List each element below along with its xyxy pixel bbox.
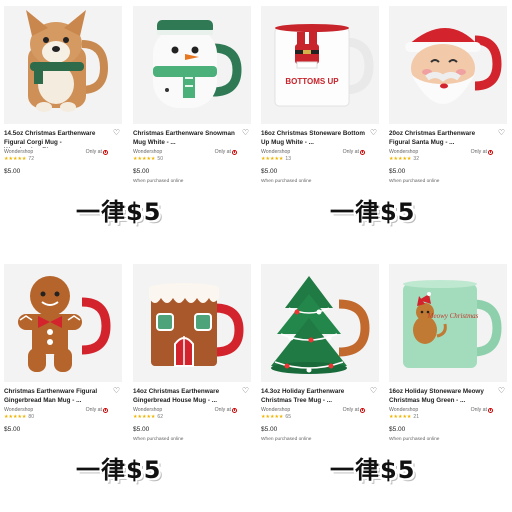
product-card[interactable]: BOTTOMS UP 16oz Christmas Stoneware Bott… [261,6,379,185]
heart-outline-icon[interactable]: ♡ [113,129,120,137]
product-card[interactable]: 20oz Christmas Earthenware Figural Santa… [389,6,507,185]
review-count: 32 [413,156,419,162]
availability: Only at [343,407,365,413]
product-image-gingerbread-man-mug[interactable] [4,264,122,382]
review-count: 80 [28,414,34,420]
product-brand[interactable]: Wondershop [4,149,33,155]
product-card[interactable]: 14.5oz Christmas Earthenware Figural Cor… [4,6,122,179]
availability: Only at [471,407,493,413]
product-image-santa-mug[interactable] [389,6,507,124]
product-title[interactable]: 16oz Christmas Stoneware Bottom Up Mug W… [261,130,365,148]
review-count: 21 [413,414,419,420]
rating: ★★★★★ 62 [133,414,163,420]
rating: ★★★★★ 72 [4,156,34,162]
heart-outline-icon[interactable]: ♡ [370,387,377,395]
product-title[interactable]: 20oz Christmas Earthenware Figural Santa… [389,130,493,148]
promo-banner-price: 一律$5 [76,198,162,226]
rating: ★★★★★ 13 [261,156,291,162]
product-title[interactable]: 14.5oz Christmas Earthenware Figural Cor… [4,130,108,148]
price-note: When purchased online [389,437,440,442]
heart-outline-icon[interactable]: ♡ [498,387,505,395]
target-bullseye-icon [232,149,237,155]
heart-outline-icon[interactable]: ♡ [242,129,249,137]
product-card[interactable]: Meowy Christmas 16oz Holiday Stoneware M… [389,264,507,443]
price-note: When purchased online [261,179,312,184]
target-bullseye-icon [232,407,237,413]
product-price: $5.00 [133,426,150,433]
price-note: When purchased online [133,437,184,442]
rating: ★★★★★ 65 [261,414,291,420]
product-card[interactable]: 14.3oz Holiday Earthenware Christmas Tre… [261,264,379,443]
availability: Only at [86,149,108,155]
price-note: When purchased online [389,179,440,184]
rating: ★★★★★ 50 [133,156,163,162]
product-title[interactable]: Christmas Earthenware Snowman Mug White … [133,130,237,148]
promo-banner-price: 一律$5 [330,198,416,226]
product-title[interactable]: 14.3oz Holiday Earthenware Christmas Tre… [261,388,365,406]
availability: Only at [215,149,237,155]
target-bullseye-icon [488,407,493,413]
product-price: $5.00 [133,168,150,175]
product-brand[interactable]: Wondershop [389,407,418,413]
rating: ★★★★★ 32 [389,156,419,162]
product-title[interactable]: 14oz Christmas Earthenware Gingerbread H… [133,388,237,406]
target-bullseye-icon [360,149,365,155]
product-brand[interactable]: Wondershop [261,407,290,413]
product-price: $5.00 [4,168,21,175]
product-price: $5.00 [261,426,278,433]
availability: Only at [86,407,108,413]
availability: Only at [471,149,493,155]
target-bullseye-icon [103,407,108,413]
review-count: 65 [285,414,291,420]
review-count: 72 [28,156,34,162]
price-note: When purchased online [133,179,184,184]
target-bullseye-icon [360,407,365,413]
review-count: 13 [285,156,291,162]
availability: Only at [343,149,365,155]
product-price: $5.00 [261,168,278,175]
review-count: 50 [157,156,163,162]
product-image-meowy-christmas-mug[interactable]: Meowy Christmas [389,264,507,382]
product-card[interactable]: Christmas Earthenware Snowman Mug White … [133,6,251,185]
product-brand[interactable]: Wondershop [389,149,418,155]
heart-outline-icon[interactable]: ♡ [498,129,505,137]
product-price: $5.00 [4,426,21,433]
product-image-gingerbread-house-mug[interactable] [133,264,251,382]
target-bullseye-icon [103,149,108,155]
availability: Only at [215,407,237,413]
product-image-christmas-tree-mug[interactable] [261,264,379,382]
rating: ★★★★★ 21 [389,414,419,420]
product-image-bottoms-up-mug[interactable]: BOTTOMS UP [261,6,379,124]
product-price: $5.00 [389,168,406,175]
product-title[interactable]: Christmas Earthenware Figural Gingerbrea… [4,388,108,406]
promo-banner-price: 一律$5 [76,456,162,484]
rating: ★★★★★ 80 [4,414,34,420]
review-count: 62 [157,414,163,420]
product-brand[interactable]: Wondershop [261,149,290,155]
heart-outline-icon[interactable]: ♡ [242,387,249,395]
product-image-corgi-mug[interactable] [4,6,122,124]
product-brand[interactable]: Wondershop [133,149,162,155]
product-card[interactable]: Christmas Earthenware Figural Gingerbrea… [4,264,122,437]
heart-outline-icon[interactable]: ♡ [113,387,120,395]
promo-banner-price: 一律$5 [330,456,416,484]
target-bullseye-icon [488,149,493,155]
heart-outline-icon[interactable]: ♡ [370,129,377,137]
mug-text-bottoms-up: BOTTOMS UP [285,77,339,86]
product-brand[interactable]: Wondershop [133,407,162,413]
product-brand[interactable]: Wondershop [4,407,33,413]
price-note: When purchased online [261,437,312,442]
mug-text-meowy: Meowy Christmas [427,312,479,320]
product-title[interactable]: 16oz Holiday Stoneware Meowy Christmas M… [389,388,493,406]
product-image-snowman-mug[interactable] [133,6,251,124]
product-card[interactable]: 14oz Christmas Earthenware Gingerbread H… [133,264,251,443]
product-price: $5.00 [389,426,406,433]
